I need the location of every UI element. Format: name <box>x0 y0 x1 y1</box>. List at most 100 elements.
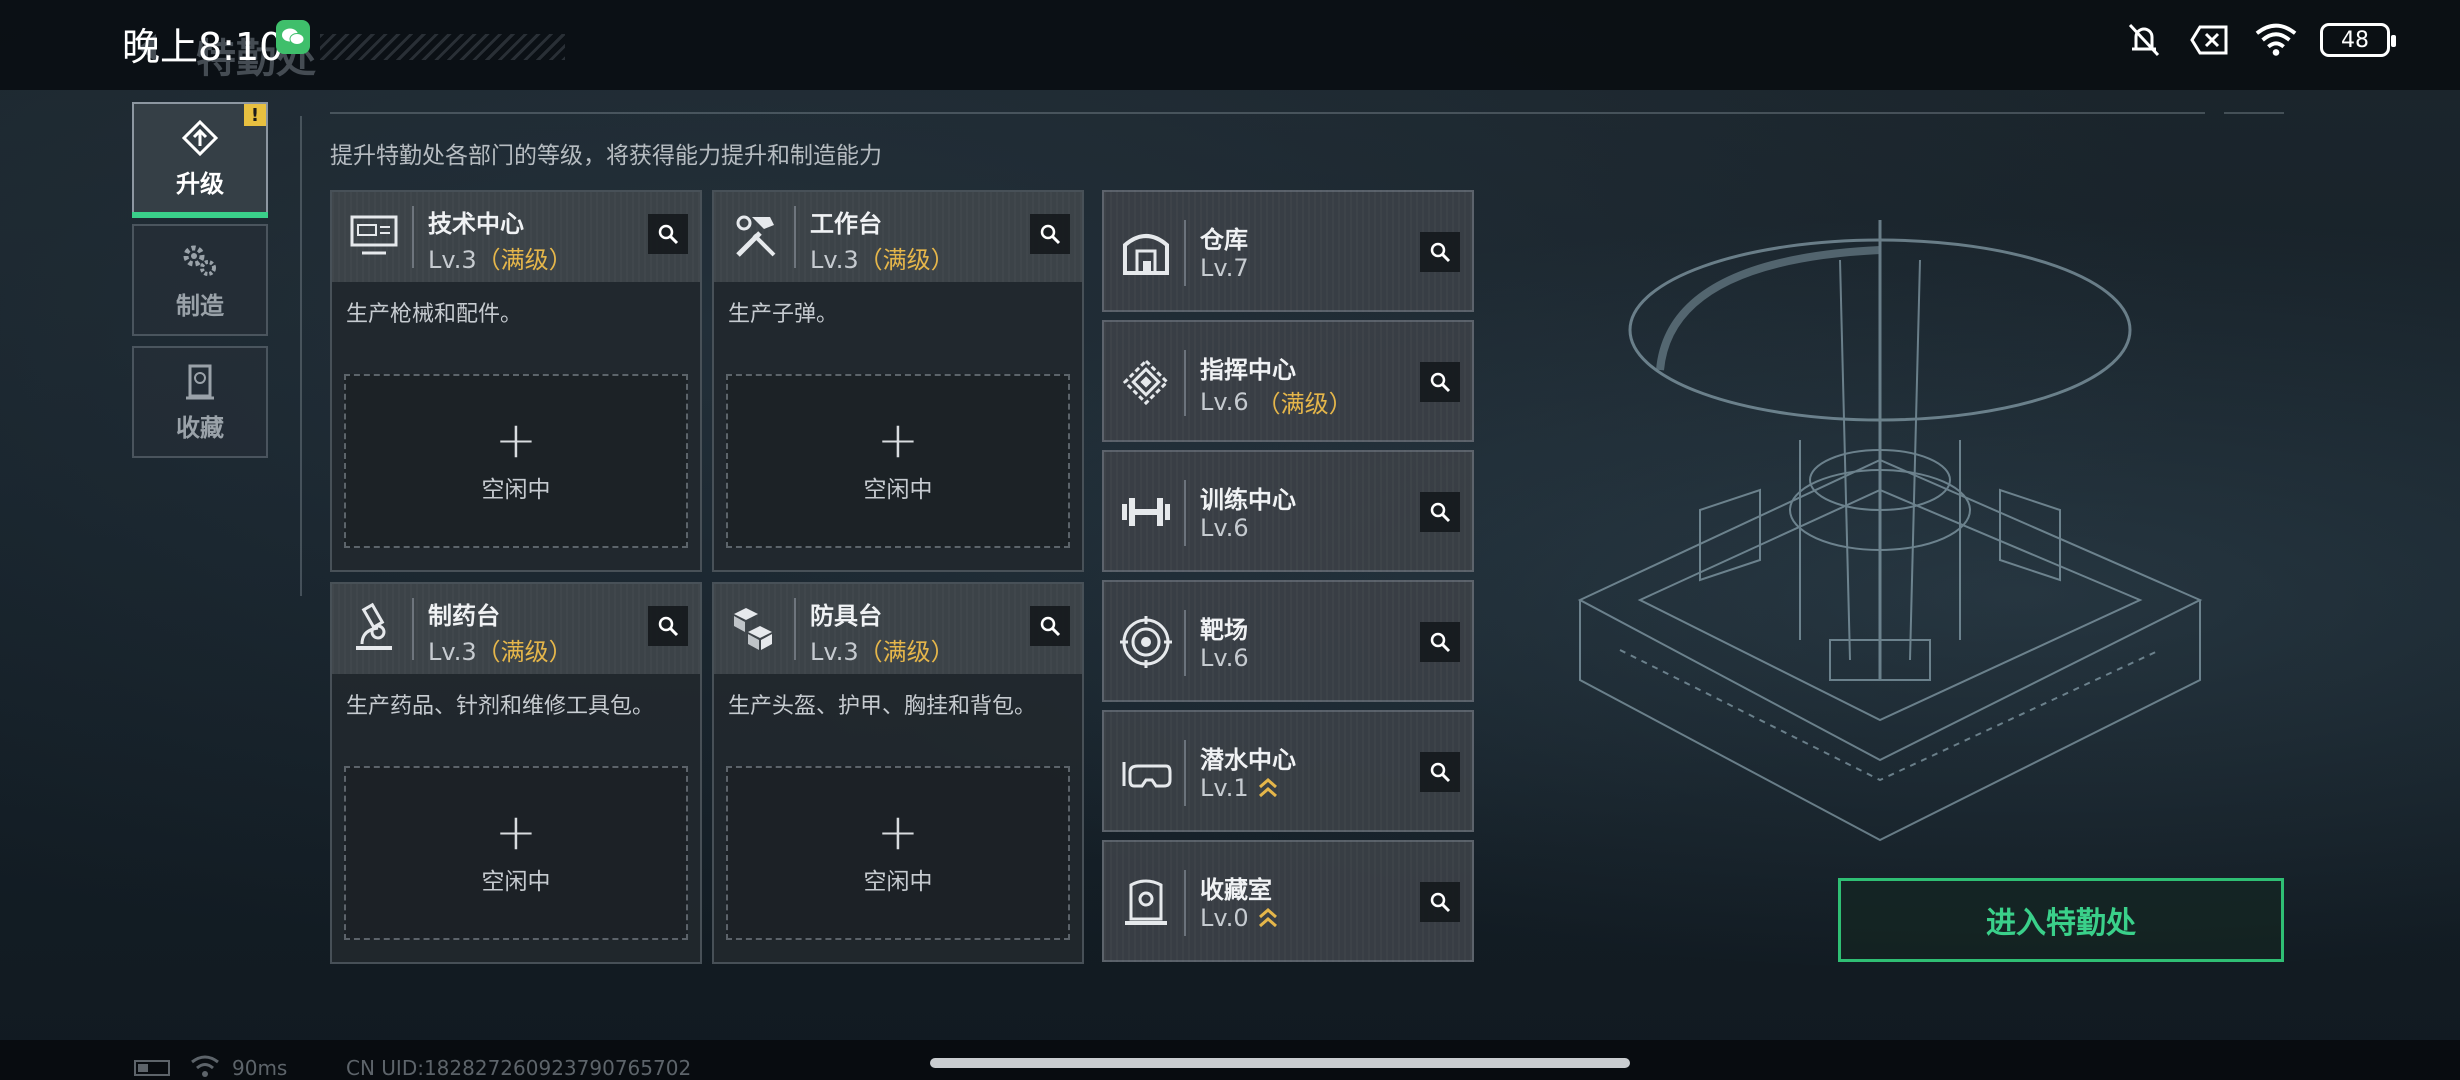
tab-upgrade-label: 升级 <box>176 169 224 198</box>
search-icon <box>1430 502 1451 523</box>
divider-vertical <box>300 116 302 596</box>
item-separator <box>1184 870 1186 936</box>
no-sim-icon <box>2188 20 2232 60</box>
enter-base-button[interactable]: 进入特勤处 <box>1838 878 2284 962</box>
workshop-card-pharmacy[interactable]: 制药台 Lv.3（满级） 生产药品、针剂和维修工具包。 + 空闲中 <box>330 582 702 964</box>
plus-icon: + <box>495 411 537 469</box>
facility-diving-center[interactable]: 潜水中心 Lv.1 <box>1102 710 1474 832</box>
workshop-description: 生产药品、针剂和维修工具包。 <box>346 694 655 719</box>
workshop-name: 工作台 <box>810 210 882 238</box>
production-slot[interactable]: + 空闲中 <box>726 374 1070 548</box>
workshop-level: Lv.3（满级） <box>428 638 573 666</box>
search-icon <box>1430 242 1451 263</box>
facility-level: Lv.6 <box>1200 514 1249 542</box>
search-button[interactable] <box>648 606 688 646</box>
facility-level: Lv.7 <box>1200 254 1249 282</box>
facility-name: 靶场 <box>1200 616 1248 644</box>
workshop-name: 防具台 <box>810 602 882 630</box>
workshop-name: 技术中心 <box>428 210 524 238</box>
facility-level: Lv.6 （满级） <box>1200 387 1353 419</box>
search-button[interactable] <box>1420 882 1460 922</box>
production-slot[interactable]: + 空闲中 <box>726 766 1070 940</box>
upgrade-icon <box>181 119 219 156</box>
tab-craft[interactable]: 制造 <box>132 224 268 336</box>
wifi-icon <box>2254 20 2298 60</box>
item-separator <box>1184 350 1186 416</box>
workshop-description: 生产头盔、护甲、胸挂和背包。 <box>728 694 1037 719</box>
workshop-card-tech-center[interactable]: 技术中心 Lv.3（满级） 生产枪械和配件。 + 空闲中 <box>330 190 702 572</box>
search-icon <box>658 224 679 245</box>
search-button[interactable] <box>1420 362 1460 402</box>
search-icon <box>1430 372 1451 393</box>
production-slot[interactable]: + 空闲中 <box>344 766 688 940</box>
slot-status: 空闲中 <box>481 869 551 895</box>
chip-icon <box>1118 352 1174 412</box>
base-hologram-illustration <box>1577 220 2203 842</box>
tab-collection[interactable]: 收藏 <box>132 346 268 458</box>
gears-icon <box>183 245 216 276</box>
card-separator <box>412 206 414 268</box>
workshop-level: Lv.3（满级） <box>810 246 955 274</box>
silent-bell-icon <box>2122 20 2166 60</box>
upgrade-available-icon <box>1258 778 1277 798</box>
facility-training-center[interactable]: 训练中心 Lv.6 <box>1102 450 1474 572</box>
search-button[interactable] <box>1030 214 1070 254</box>
divider-horizontal <box>330 112 2205 114</box>
facility-warehouse[interactable]: 仓库 Lv.7 <box>1102 190 1474 312</box>
workshop-level: Lv.3（满级） <box>810 638 955 666</box>
card-header: 防具台 Lv.3（满级） <box>714 584 1082 674</box>
facility-name: 潜水中心 <box>1200 746 1296 774</box>
facility-name: 指挥中心 <box>1200 356 1296 384</box>
card-separator <box>412 598 414 660</box>
dumbbell-icon <box>1118 482 1174 542</box>
facility-name: 收藏室 <box>1200 876 1272 904</box>
search-button[interactable] <box>648 214 688 254</box>
user-uid: CN UID:18282726092379076570​2 <box>346 1056 692 1080</box>
item-separator <box>1184 480 1186 546</box>
item-separator <box>1184 740 1186 806</box>
tab-craft-label: 制造 <box>176 291 224 320</box>
diving-mask-icon <box>1118 742 1174 802</box>
card-separator <box>794 598 796 660</box>
search-button[interactable] <box>1420 492 1460 532</box>
card-header: 制药台 Lv.3（满级） <box>332 584 700 674</box>
section-subtitle: 提升特勤处各部门的等级，将获得能力提升和制造能力 <box>330 143 882 169</box>
search-icon <box>1040 224 1061 245</box>
search-button[interactable] <box>1420 232 1460 272</box>
target-icon <box>1118 612 1174 672</box>
workshop-level: Lv.3（满级） <box>428 246 573 274</box>
search-icon <box>658 616 679 637</box>
workshop-card-workbench[interactable]: 工作台 Lv.3（满级） 生产子弹。 + 空闲中 <box>712 190 1084 572</box>
tab-collection-label: 收藏 <box>176 413 224 442</box>
status-time: 晚上8:10 <box>122 25 284 69</box>
workshop-card-armor-bench[interactable]: 防具台 Lv.3（满级） 生产头盔、护甲、胸挂和背包。 + 空闲中 <box>712 582 1084 964</box>
search-icon <box>1430 762 1451 783</box>
workshop-name: 制药台 <box>428 602 500 630</box>
item-separator <box>1184 220 1186 286</box>
tab-upgrade[interactable]: ! 升级 <box>132 102 268 218</box>
facility-command-center[interactable]: 指挥中心 Lv.6 （满级） <box>1102 320 1474 442</box>
warning-badge: ! <box>244 104 266 126</box>
search-button[interactable] <box>1420 622 1460 662</box>
facility-collection-room[interactable]: 收藏室 Lv.0 <box>1102 840 1474 962</box>
facility-level: Lv.0 <box>1200 904 1279 932</box>
search-button[interactable] <box>1030 606 1070 646</box>
computer-icon <box>346 208 402 264</box>
production-slot[interactable]: + 空闲中 <box>344 374 688 548</box>
armor-boxes-icon <box>728 600 784 656</box>
home-indicator[interactable] <box>930 1058 1630 1068</box>
facility-name: 训练中心 <box>1200 486 1296 514</box>
microscope-icon <box>346 600 402 656</box>
search-button[interactable] <box>1420 752 1460 792</box>
collection-icon <box>186 364 214 399</box>
search-icon <box>1040 616 1061 637</box>
workshop-description: 生产枪械和配件。 <box>346 302 523 327</box>
ping-readout: 90ms <box>232 1056 288 1080</box>
plus-icon: + <box>495 803 537 861</box>
title-decoration <box>320 34 565 60</box>
display-case-icon <box>1118 872 1174 932</box>
facility-name: 仓库 <box>1200 226 1248 254</box>
card-header: 技术中心 Lv.3（满级） <box>332 192 700 282</box>
card-separator <box>794 206 796 268</box>
facility-shooting-range[interactable]: 靶场 Lv.6 <box>1102 580 1474 702</box>
